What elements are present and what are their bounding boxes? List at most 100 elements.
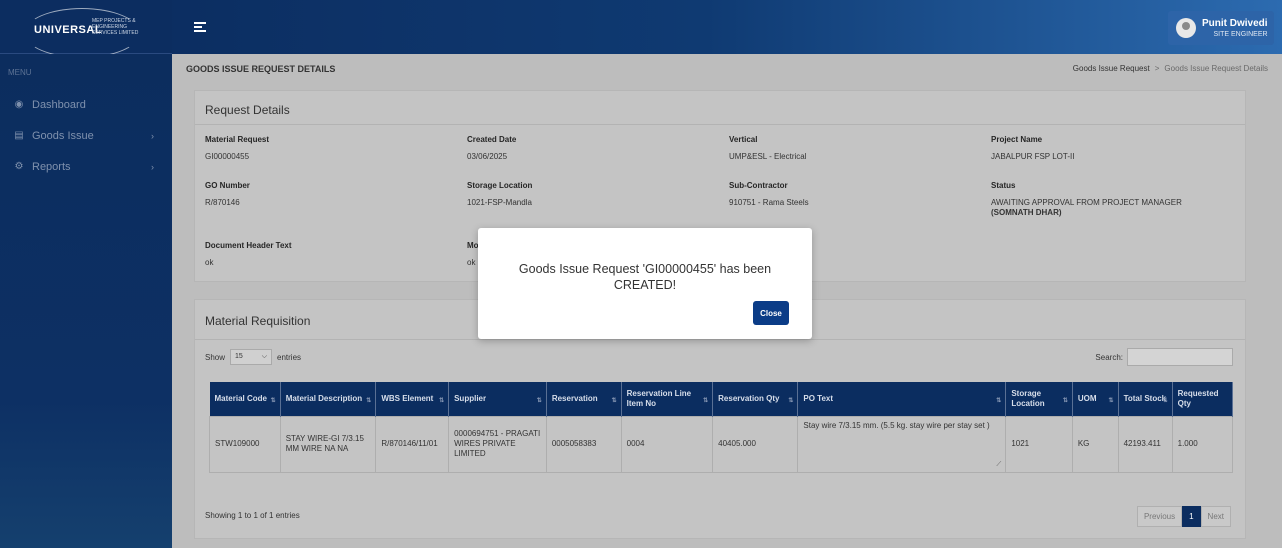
field-label: Material Request (205, 135, 270, 144)
column-label: Storage Location (1011, 388, 1045, 408)
column-header-supplier[interactable]: Supplier ⇅ (448, 382, 547, 416)
column-header-wbs-element[interactable]: WBS Element ⇅ (375, 382, 450, 416)
column-label: Requested Qty (1177, 388, 1219, 408)
page-title: GOODS ISSUE REQUEST DETAILS (186, 64, 336, 74)
column-label: Reservation (551, 393, 598, 403)
show-label: Show (205, 352, 226, 362)
column-header-material-description[interactable]: Material Description ⇅ (280, 382, 377, 416)
inbox-icon: ▤ (14, 130, 24, 141)
table-cell: 0005058383 (545, 415, 622, 473)
sort-icon: ⇅ (1162, 398, 1168, 404)
column-header-material-code[interactable]: Material Code ⇅ (209, 382, 281, 416)
sidebar-item-label: Dashboard (32, 98, 86, 111)
field-vertical: Vertical UMP&ESL - Electrical (729, 135, 807, 162)
sort-icon: ⇅ (1108, 398, 1114, 404)
sort-icon: ⇅ (703, 398, 709, 404)
table-cell: 42193.411 (1117, 415, 1173, 473)
table-cell: R/870146/11/01 (375, 415, 450, 473)
field-label: Storage Location (467, 181, 533, 190)
column-header-total-stock[interactable]: Total Stock ⇅ (1118, 382, 1173, 416)
user-name: Punit Dwivedi (1202, 18, 1268, 29)
table-cell: 0000694751 - PRAGATI WIRES PRIVATE LIMIT… (448, 415, 547, 473)
field-label: Document Header Text (205, 241, 292, 250)
breadcrumb-current: Goods Issue Request Details (1164, 64, 1268, 73)
success-dialog: Goods Issue Request 'GI00000455' has bee… (478, 228, 812, 339)
field-label: Project Name (991, 135, 1043, 144)
search-input[interactable] (1127, 348, 1233, 366)
card-title: Request Details (195, 91, 1245, 125)
column-label: WBS Element (381, 393, 434, 403)
field-project-name: Project Name JABALPUR FSP LOT-II (991, 135, 1074, 162)
column-header-requested-qty[interactable]: Requested Qty (1172, 382, 1234, 416)
sort-icon: ⇅ (1062, 398, 1068, 404)
company-logo[interactable]: UNIVERSAL MEP PROJECTS & ENGINEERING SER… (0, 0, 172, 58)
field-label: Mo (467, 241, 479, 250)
status-person: (SOMNATH DHAR) (991, 208, 1062, 217)
po-text-area[interactable]: Stay wire 7/3.15 mm. (5.5 kg. stay wire … (797, 415, 1007, 473)
table-info: Showing 1 to 1 of 1 entries (205, 511, 300, 520)
field-status: Status AWAITING APPROVAL FROM PROJECT MA… (991, 181, 1231, 218)
field-label: Status (991, 181, 1016, 190)
sort-icon: ⇅ (366, 398, 372, 404)
field-value: JABALPUR FSP LOT-II (991, 152, 1075, 161)
sidebar-item-dashboard[interactable]: ◉ Dashboard (0, 89, 172, 120)
requisition-table: Material Code ⇅ Material Description ⇅ WBS… (209, 382, 1234, 473)
field-value: 910751 - Rama Steels (729, 198, 809, 207)
breadcrumb-separator: > (1154, 64, 1160, 73)
status-value: AWAITING APPROVAL FROM PROJECT MANAGER (991, 198, 1182, 207)
table-cell: STAY WIRE-GI 7/3.15 MM WIRE NA NA (279, 415, 377, 473)
field-value: 03/06/2025 (467, 152, 508, 161)
breadcrumb: Goods Issue Request > Goods Issue Request … (1073, 64, 1268, 73)
sidebar-item-label: Reports (32, 160, 71, 173)
menu-label: MENU (8, 68, 32, 77)
sort-icon: ⇅ (788, 398, 794, 404)
sort-icon: ⇅ (439, 398, 445, 404)
sidebar-item-goods-issue[interactable]: ▤ Goods Issue › (0, 120, 172, 151)
table-cell: KG (1071, 415, 1119, 473)
sort-icon: ⇅ (611, 398, 617, 404)
field-value: ok (467, 258, 476, 267)
field-sub-contractor: Sub-Contractor 910751 - Rama Steels (729, 181, 809, 208)
breadcrumb-root[interactable]: Goods Issue Request (1073, 64, 1150, 73)
entries-length-control: Show 15 ⌵ entries (205, 349, 301, 365)
page-1-button[interactable]: 1 (1182, 506, 1201, 527)
field-value: 1021-FSP-Mandla (467, 198, 532, 207)
column-header-reservation[interactable]: Reservation ⇅ (546, 382, 622, 416)
field-go-number: GO Number R/870146 (205, 181, 250, 208)
entries-select[interactable]: 15 ⌵ (230, 349, 273, 365)
column-label: Reservation Qty (718, 393, 780, 403)
logo-subtext: MEP PROJECTS & ENGINEERING SERVICES LIMI… (92, 18, 139, 36)
field-created-date: Created Date 03/06/2025 (467, 135, 516, 162)
field-value: GI00000455 (205, 152, 250, 161)
field-value: R/870146 (205, 198, 240, 207)
column-label: Total Stock (1123, 393, 1167, 403)
column-header-uom[interactable]: UOM ⇅ (1072, 382, 1119, 416)
chevron-down-icon: ⌵ (261, 353, 268, 360)
user-menu[interactable]: Punit Dwivedi SITE ENGINEER (1168, 11, 1274, 45)
previous-page-button[interactable]: Previous (1136, 506, 1183, 527)
sidebar-item-reports[interactable]: ⚙ Reports › (0, 151, 172, 182)
sort-icon: ⇅ (996, 398, 1002, 404)
avatar (1176, 18, 1196, 38)
field-material-request: Material Request GI00000455 (205, 135, 269, 162)
column-header-storage-location[interactable]: Storage Location ⇅ (1005, 382, 1073, 416)
column-label: PO Text (803, 393, 834, 403)
table-cell: 40405.000 (712, 415, 799, 473)
sort-icon: ⇅ (536, 398, 542, 404)
column-header-po-text[interactable]: PO Text ⇅ (797, 382, 1007, 416)
search-label: Search: (1095, 352, 1123, 362)
column-header-reservation-qty[interactable]: Reservation Qty ⇅ (712, 382, 799, 416)
table-search: Search: (1095, 348, 1233, 366)
chevron-right-icon: › (151, 130, 154, 141)
sort-icon: ⇅ (270, 398, 276, 404)
field-partially-hidden: Mo ok (467, 241, 479, 268)
column-label: Reservation Line Item No (626, 388, 692, 408)
close-button[interactable]: Close (753, 301, 789, 325)
sidebar: MENU ◉ Dashboard ▤ Goods Issue › ⚙ Repor… (0, 54, 172, 548)
next-page-button[interactable]: Next (1200, 506, 1231, 527)
column-header-reservation-line-item[interactable]: Reservation Line Item No ⇅ (621, 382, 714, 416)
entries-label: entries (277, 352, 302, 362)
field-document-header-text: Document Header Text ok (205, 241, 292, 268)
user-role: SITE ENGINEER (1213, 31, 1268, 38)
menu-toggle-icon[interactable] (194, 22, 206, 32)
